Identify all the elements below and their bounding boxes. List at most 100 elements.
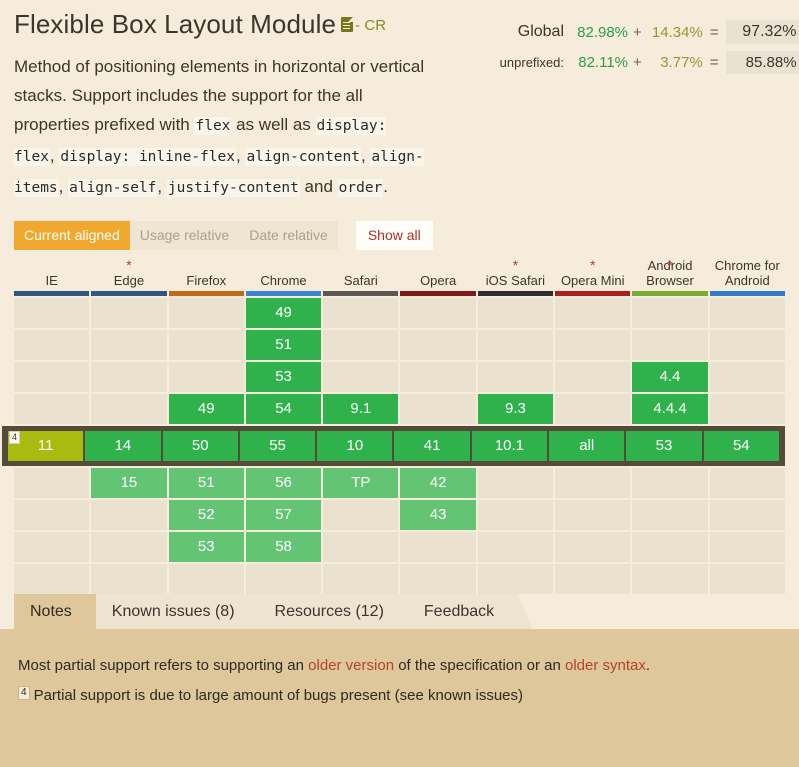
browser-header-ios-safari: iOS Safari * bbox=[477, 257, 554, 296]
note-reference-badge[interactable]: 4 bbox=[9, 430, 21, 444]
browser-name-text: Edge bbox=[113, 272, 145, 288]
empty-cell bbox=[709, 361, 785, 392]
older-versions-ios-safari: 9.3 bbox=[477, 296, 554, 424]
current-version-row: 4 11 14 50 55 10 41 10.1 all 53 54 bbox=[8, 430, 779, 461]
version-cell[interactable]: 53 bbox=[245, 361, 322, 392]
version-cell[interactable]: 52 bbox=[168, 499, 244, 530]
spec-status-label: - CR bbox=[355, 17, 387, 34]
browser-header-opera: Opera bbox=[400, 258, 476, 296]
older-versions-opera-mini bbox=[555, 296, 631, 424]
version-cell[interactable]: 15 bbox=[91, 467, 167, 498]
current-version-cell[interactable]: 41 bbox=[394, 430, 470, 461]
browser-header-chrome: Chrome bbox=[245, 258, 322, 296]
current-version-cell[interactable]: 55 bbox=[239, 430, 316, 461]
empty-cell bbox=[632, 329, 708, 360]
stat-plus-sign: + bbox=[633, 23, 642, 41]
empty-cell bbox=[632, 499, 708, 530]
spec-document-icon[interactable] bbox=[341, 17, 354, 32]
version-cell[interactable]: 43 bbox=[400, 499, 476, 530]
info-tabs: Notes Known issues (8) Resources (12) Feedb… bbox=[14, 593, 799, 629]
current-version-opera-mini: all bbox=[549, 430, 625, 461]
newer-versions-rows: 15 51 52 53 56 57 58 TP 42 43 bbox=[14, 466, 785, 594]
version-cell[interactable]: 57 bbox=[245, 499, 322, 530]
current-version-band: 4 11 14 50 55 10 41 10.1 all 53 54 bbox=[2, 425, 785, 466]
current-version-ios-safari: 10.1 bbox=[471, 430, 548, 461]
empty-cell bbox=[400, 329, 476, 360]
current-version-cell[interactable]: 54 bbox=[703, 430, 779, 461]
newer-versions-ios-safari bbox=[477, 466, 554, 594]
browser-name-text: IE bbox=[45, 272, 58, 288]
empty-cell bbox=[91, 499, 167, 530]
version-cell[interactable]: 42 bbox=[400, 467, 476, 498]
current-version-label: 50 bbox=[191, 437, 209, 455]
notes-link[interactable]: older syntax bbox=[565, 657, 646, 674]
current-version-cell[interactable]: 10.1 bbox=[471, 430, 548, 461]
stat-label: Global bbox=[517, 23, 564, 40]
version-cell[interactable]: 4.4 bbox=[632, 361, 708, 392]
version-cell[interactable]: 58 bbox=[245, 531, 322, 562]
version-cell[interactable]: 9.1 bbox=[323, 393, 399, 424]
usage-stat-row: Global 82.98% +14.34% = 97.32% bbox=[444, 20, 799, 44]
show-all-button[interactable]: Show all bbox=[355, 220, 433, 250]
browser-name-label: Chrome for Android bbox=[710, 258, 785, 289]
tab-feedback[interactable]: Feedback bbox=[407, 593, 517, 629]
tab-known-issues-8[interactable]: Known issues (8) bbox=[95, 593, 257, 629]
current-version-cell[interactable]: 53 bbox=[626, 430, 702, 461]
empty-cell bbox=[709, 329, 785, 360]
empty-cell bbox=[168, 361, 244, 392]
version-cell[interactable]: 49 bbox=[168, 393, 244, 424]
filter-button-current-aligned[interactable]: Current aligned bbox=[14, 220, 130, 250]
older-versions-safari: 9.1 bbox=[323, 296, 399, 424]
version-cell[interactable]: 56 bbox=[245, 467, 322, 498]
prefix-asterisk-icon: * bbox=[126, 256, 132, 273]
stat-equals-sign: = bbox=[709, 23, 719, 41]
empty-cell bbox=[555, 297, 631, 328]
current-version-cell[interactable]: 50 bbox=[162, 430, 238, 461]
version-cell[interactable]: 51 bbox=[245, 329, 322, 360]
notes-link[interactable]: older version bbox=[308, 657, 394, 674]
newer-versions-opera-mini bbox=[555, 466, 631, 594]
browser-name-label: Opera Mini * bbox=[555, 257, 630, 289]
newer-versions-chrome-for-android bbox=[709, 466, 785, 594]
empty-cell bbox=[168, 329, 244, 360]
current-version-cell[interactable]: 10 bbox=[317, 430, 393, 461]
empty-cell bbox=[245, 563, 322, 594]
current-version-cell[interactable]: all bbox=[549, 430, 625, 461]
stat-partial-support: 3.77% bbox=[660, 54, 703, 71]
current-version-cell[interactable]: 14 bbox=[85, 430, 161, 461]
caniuse-feature-page: Flexible Box Layout Module - CR Method of… bbox=[0, 0, 799, 767]
empty-cell bbox=[91, 329, 167, 360]
stat-full-support: 82.11% bbox=[578, 54, 628, 71]
filter-button-date-relative[interactable]: Date relative bbox=[239, 220, 338, 250]
empty-cell bbox=[709, 531, 785, 562]
current-version-cell[interactable]: 4 11 bbox=[8, 430, 84, 461]
empty-cell bbox=[14, 297, 90, 328]
empty-cell bbox=[14, 531, 90, 562]
version-cell[interactable]: 54 bbox=[245, 393, 322, 424]
current-version-label: 41 bbox=[423, 437, 441, 455]
older-versions-android-browser: 4.4 4.4.4 bbox=[632, 296, 708, 424]
inline-code: order bbox=[337, 178, 384, 197]
browser-name-label: Firefox bbox=[169, 258, 244, 289]
newer-versions-edge: 15 bbox=[91, 466, 167, 594]
tab-resources-12[interactable]: Resources (12) bbox=[258, 593, 406, 629]
version-cell[interactable]: 4.4.4 bbox=[632, 393, 708, 424]
current-version-safari: 10 bbox=[317, 430, 393, 461]
empty-cell bbox=[14, 563, 90, 594]
version-cell[interactable]: TP bbox=[323, 467, 399, 498]
empty-cell bbox=[632, 531, 708, 562]
empty-cell bbox=[400, 531, 476, 562]
empty-cell bbox=[709, 499, 785, 530]
current-version-chrome-for-android: 54 bbox=[703, 430, 779, 461]
empty-cell bbox=[555, 499, 631, 530]
version-cell[interactable]: 49 bbox=[245, 297, 322, 328]
older-versions-rows: 49 49 51 53 54 9.1 9.3 4.4 4.4.4 bbox=[14, 296, 785, 424]
tab-notes[interactable]: Notes bbox=[14, 593, 94, 629]
version-cell[interactable]: 51 bbox=[168, 467, 244, 498]
prefix-asterisk-icon: * bbox=[667, 256, 673, 273]
inline-code: display: inline-flex bbox=[59, 147, 236, 166]
empty-cell bbox=[14, 329, 90, 360]
filter-button-usage-relative[interactable]: Usage relative bbox=[129, 220, 240, 250]
version-cell[interactable]: 53 bbox=[168, 531, 244, 562]
version-cell[interactable]: 9.3 bbox=[477, 393, 554, 424]
